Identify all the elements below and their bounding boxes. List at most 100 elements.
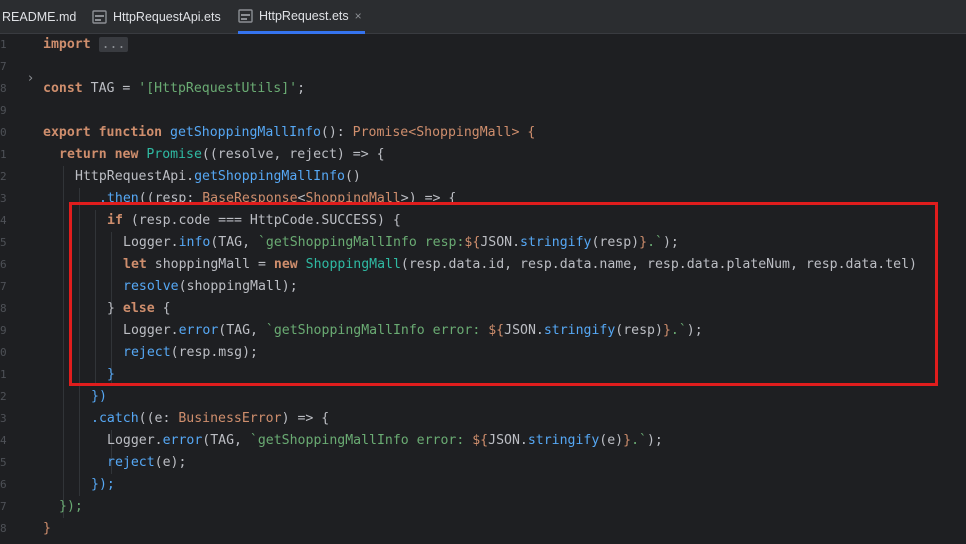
tab-label: HttpRequestApi.ets (113, 9, 221, 24)
line-number: 2 (0, 170, 7, 183)
line-number: 5 (0, 456, 7, 469)
code-text: (resp.code === HttpCode.SUCCESS) { (122, 213, 401, 228)
template-delimiter: ${ (488, 323, 505, 338)
line-number: 4 (0, 434, 7, 447)
code-line: reject(resp.msg); (123, 342, 258, 364)
code-text: > { (511, 125, 536, 140)
code-line: Logger.error(TAG, `getShoppingMallInfo e… (107, 430, 663, 452)
method-name: info (178, 235, 211, 250)
keyword: let (123, 257, 147, 272)
code-text: }); (59, 499, 83, 514)
code-line: .catch((e: BusinessError) => { (91, 408, 329, 430)
code-line: const TAG = '[HttpRequestUtils]'; (43, 78, 305, 100)
string-literal: `getShoppingMallInfo error: (265, 323, 489, 338)
string-literal: .` (670, 323, 687, 338)
keyword: else (122, 301, 155, 316)
indent-guide (95, 210, 96, 386)
tab-label: HttpRequest.ets (259, 8, 349, 23)
code-text: ); (662, 235, 679, 250)
string-literal: .` (647, 235, 663, 250)
code-text: JSON. (480, 235, 521, 250)
template-delimiter: ${ (464, 235, 481, 250)
line-number: 3 (0, 412, 7, 425)
code-line: }); (59, 496, 83, 518)
code-text: >) => { (400, 191, 457, 206)
line-number: 8 (0, 302, 7, 315)
code-line: if (resp.code === HttpCode.SUCCESS) { (107, 210, 401, 232)
code-text: } (107, 301, 123, 316)
code-line: } else { (107, 298, 171, 320)
method-name: stringify (527, 433, 600, 448)
tab-readme[interactable]: README.md (2, 0, 76, 33)
code-text: HttpRequestApi. (75, 169, 195, 184)
type-name: ShoppingMall (416, 125, 512, 140)
method-name: stringify (520, 235, 592, 250)
code-editor[interactable]: import ... const TAG = '[HttpRequestUtil… (43, 34, 966, 544)
line-number: 8 (0, 82, 7, 95)
method-name: stringify (543, 323, 616, 338)
keyword: return (59, 147, 107, 162)
code-text: (TAG, (218, 323, 266, 338)
tab-httprequestapi[interactable]: HttpRequestApi.ets (92, 0, 221, 33)
line-number: 9 (0, 104, 7, 117)
method-name: error (178, 323, 219, 338)
code-text: JSON. (488, 433, 528, 448)
fold-chevron-icon[interactable]: › (28, 71, 33, 86)
function-name: reject (123, 345, 171, 360)
tab-label: README.md (2, 9, 77, 24)
code-text: { (154, 301, 171, 316)
code-line: } (43, 518, 51, 540)
close-icon[interactable]: × (355, 9, 362, 23)
code-text: (TAG, (202, 433, 250, 448)
code-line: import ... (43, 34, 129, 56)
line-number: 3 (0, 192, 7, 205)
code-line: return new Promise((resolve, reject) => … (59, 144, 385, 166)
line-number: 1 (0, 38, 7, 51)
line-number: 1 (0, 368, 7, 381)
keyword: import (43, 37, 91, 52)
code-text: (resp.msg); (170, 345, 258, 360)
code-line: }) (91, 386, 107, 408)
code-text: (TAG, (210, 235, 258, 250)
line-number: 6 (0, 478, 7, 491)
class-name: ShoppingMall (305, 257, 401, 272)
code-line: export function getShoppingMallInfo(): P… (43, 122, 535, 144)
class-name: Promise (146, 147, 202, 162)
line-number-gutter: 1 7 8 9 0 1 2 3 4 5 6 7 8 9 0 1 2 3 4 5 … (0, 34, 40, 544)
line-number: 7 (0, 280, 7, 293)
code-text: } (43, 521, 51, 536)
code-text: Logger. (123, 235, 179, 250)
line-number: 8 (0, 522, 7, 535)
keyword: new (273, 257, 306, 272)
keyword: const (43, 81, 83, 96)
code-text: TAG = (82, 81, 139, 96)
code-text: ); (686, 323, 703, 338)
code-text: () (344, 169, 361, 184)
code-text: ; (297, 81, 306, 96)
type-name: Promise (352, 125, 409, 140)
string-literal: `getShoppingMallInfo error: (249, 433, 473, 448)
code-text: ((e: (138, 411, 179, 426)
code-text: ) => { (281, 411, 330, 426)
code-line: resolve(shoppingMall); (123, 276, 298, 298)
code-line: } (107, 364, 115, 386)
function-name: reject (107, 455, 155, 470)
code-text: (e) (599, 433, 624, 448)
code-text: (resp) (615, 323, 663, 338)
line-number: 6 (0, 258, 7, 271)
code-text: JSON. (504, 323, 544, 338)
tab-httprequest[interactable]: HttpRequest.ets × (238, 0, 365, 34)
string-literal: `getShoppingMallInfo resp: (257, 235, 465, 250)
keyword: export (43, 125, 91, 140)
code-text: (): (320, 125, 353, 140)
code-text: shoppingMall = (146, 257, 274, 272)
code-text: < (408, 125, 417, 140)
collapsed-imports[interactable]: ... (98, 37, 129, 52)
code-text: (resp) (591, 235, 640, 250)
indent-guide (63, 166, 64, 518)
code-text: ); (646, 433, 663, 448)
line-number: 9 (0, 324, 7, 337)
string-literal: .` (631, 433, 647, 448)
keyword: if (107, 213, 123, 228)
code-text: ((resolve, reject) => { (201, 147, 385, 162)
